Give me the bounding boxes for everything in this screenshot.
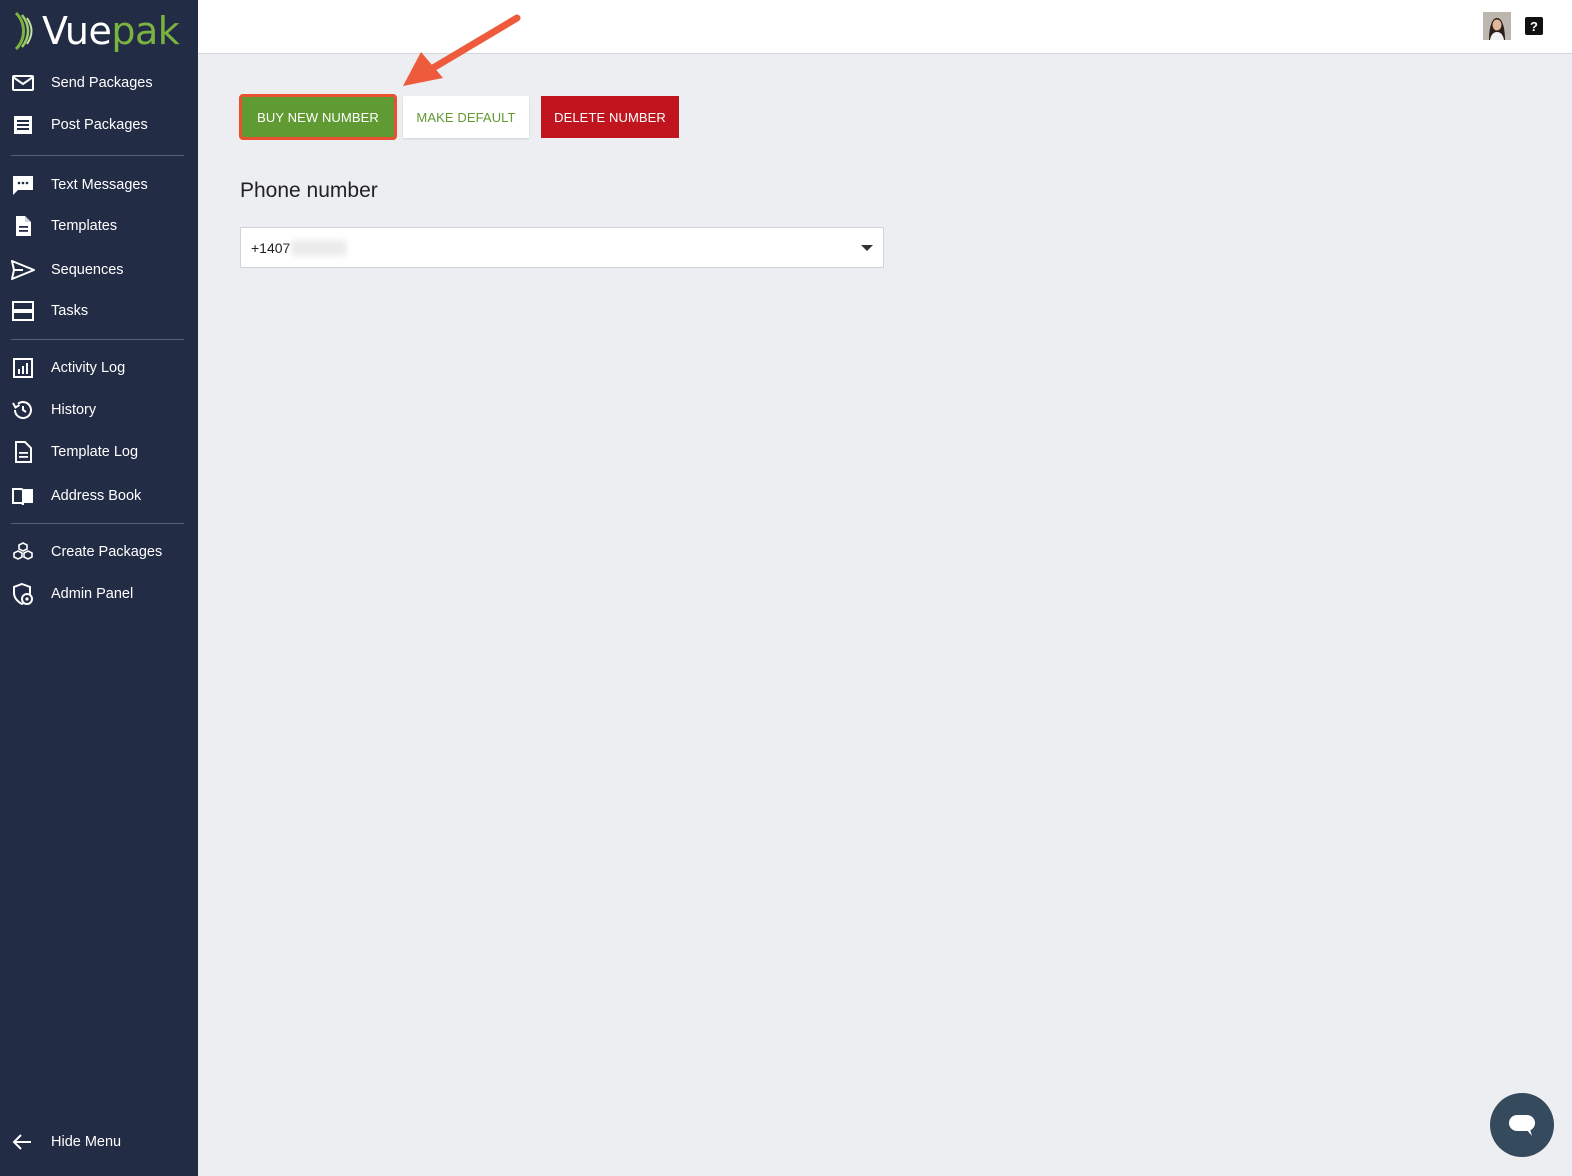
sidebar-item-label: Text Messages	[51, 177, 148, 193]
sidebar-divider	[11, 339, 184, 340]
arrow-left-icon	[11, 1130, 35, 1154]
vuepak-logo[interactable]: Vuepak	[10, 8, 180, 54]
sidebar-item-address-book[interactable]: Address Book	[0, 477, 198, 515]
document-icon	[11, 214, 35, 238]
document-lines-icon	[11, 440, 35, 464]
sidebar: Vuepak Send Packages Post Packages Text …	[0, 0, 198, 1176]
sidebar-item-label: Sequences	[51, 262, 124, 278]
chat-bubble-icon	[11, 173, 35, 197]
sidebar-item-label: History	[51, 402, 97, 418]
sidebar-item-create-packages[interactable]: Create Packages	[0, 533, 198, 571]
sidebar-item-template-log[interactable]: Template Log	[0, 433, 198, 471]
shield-gear-icon	[11, 582, 35, 606]
sidebar-item-tasks[interactable]: Tasks	[0, 292, 198, 330]
send-icon	[11, 258, 35, 282]
logo-text: Vuepak	[42, 9, 180, 53]
make-default-button[interactable]: MAKE DEFAULT	[403, 96, 529, 138]
envelope-icon	[11, 71, 35, 95]
sidebar-item-post-packages[interactable]: Post Packages	[0, 106, 198, 144]
sidebar-item-label: Activity Log	[51, 360, 126, 376]
sidebar-item-label: Admin Panel	[51, 586, 134, 602]
book-icon	[11, 484, 35, 508]
annotation-arrow-icon	[403, 14, 521, 86]
user-photo-icon	[1483, 12, 1511, 40]
history-icon	[11, 398, 35, 422]
sidebar-item-text-messages[interactable]: Text Messages	[0, 166, 198, 204]
phone-number-title: Phone number	[240, 179, 378, 202]
stack-icon	[11, 299, 35, 323]
sidebar-item-activity-log[interactable]: Activity Log	[0, 349, 198, 387]
boxes-icon	[11, 540, 35, 564]
sidebar-item-send-packages[interactable]: Send Packages	[0, 64, 198, 102]
delete-number-button[interactable]: DELETE NUMBER	[541, 96, 679, 138]
hide-menu-label: Hide Menu	[51, 1134, 122, 1150]
avatar[interactable]	[1483, 12, 1511, 40]
logo-mark-icon	[14, 11, 33, 51]
sidebar-item-label: Templates	[51, 218, 118, 234]
bar-chart-icon	[11, 356, 35, 380]
sidebar-item-label: Tasks	[51, 303, 89, 319]
chat-icon	[1509, 1115, 1535, 1136]
phone-number-value: +1407	[251, 240, 291, 256]
sidebar-item-label: Template Log	[51, 444, 139, 460]
sidebar-item-history[interactable]: History	[0, 391, 198, 429]
sidebar-item-admin-panel[interactable]: Admin Panel	[0, 575, 198, 613]
sidebar-item-sequences[interactable]: Sequences	[0, 251, 198, 289]
chevron-down-icon	[861, 245, 873, 251]
help-icon[interactable]: ?	[1525, 17, 1543, 35]
sidebar-item-label: Send Packages	[51, 75, 153, 91]
sidebar-item-label: Post Packages	[51, 117, 148, 133]
redacted-number-blur	[291, 240, 347, 256]
phone-number-select[interactable]: +1407	[240, 227, 884, 268]
sidebar-item-templates[interactable]: Templates	[0, 207, 198, 245]
hide-menu-button[interactable]: Hide Menu	[0, 1123, 198, 1161]
sidebar-divider	[11, 523, 184, 524]
inbox-icon	[11, 113, 35, 137]
sidebar-item-label: Create Packages	[51, 544, 163, 560]
chat-widget-button[interactable]	[1490, 1093, 1554, 1157]
sidebar-divider	[11, 155, 184, 156]
buy-new-number-button[interactable]: BUY NEW NUMBER	[239, 94, 397, 140]
sidebar-item-label: Address Book	[51, 488, 142, 504]
